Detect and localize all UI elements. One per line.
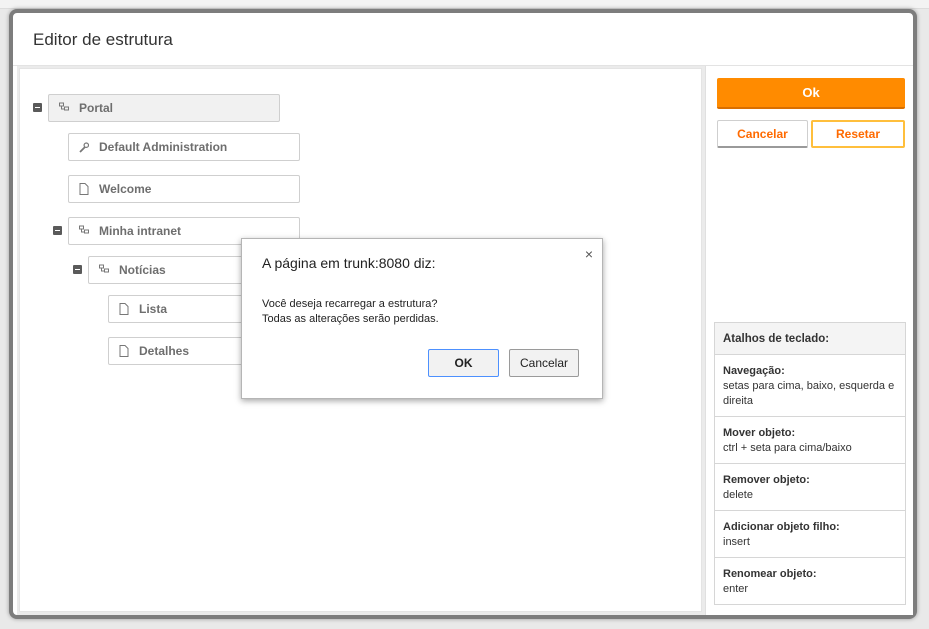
page-icon	[119, 303, 129, 315]
shortcut-desc: ctrl + seta para cima/baixo	[723, 442, 852, 454]
collapse-toggle-icon[interactable]	[53, 226, 62, 235]
wrench-icon	[79, 142, 89, 153]
dialog-message: Você deseja recarregar a estrutura? Toda…	[262, 297, 439, 327]
tree-node-label: Detalhes	[139, 344, 190, 358]
collapse-toggle-icon[interactable]	[73, 265, 82, 274]
shortcut-desc: enter	[723, 583, 749, 595]
page-icon	[119, 345, 129, 357]
reset-button[interactable]: Resetar	[811, 120, 905, 148]
close-icon[interactable]: ×	[585, 246, 593, 262]
shortcut-title: Renomear objeto:	[723, 568, 817, 580]
dialog-message-line: Todas as alterações serão perdidas.	[262, 313, 439, 325]
modal-header: Editor de estrutura	[13, 13, 913, 66]
tree-node-welcome[interactable]: Welcome	[68, 175, 300, 203]
dialog-message-line: Você deseja recarregar a estrutura?	[262, 298, 438, 310]
shortcut-item: Adicionar objeto filho: insert	[715, 511, 905, 558]
page-icon	[79, 183, 89, 195]
browser-background-strip	[0, 0, 929, 9]
keyboard-shortcuts-panel: Atalhos de teclado: Navegação: setas par…	[714, 322, 906, 605]
shortcut-desc: setas para cima, baixo, esquerda e direi…	[723, 380, 895, 407]
shortcut-title: Remover objeto:	[723, 474, 810, 486]
sitemap-icon	[59, 102, 69, 111]
shortcut-title: Adicionar objeto filho:	[723, 521, 840, 533]
tree-node-label: Default Administration	[99, 140, 228, 154]
tree-node-label: Portal	[79, 101, 114, 115]
sitemap-icon	[99, 264, 109, 273]
shortcut-item: Navegação: setas para cima, baixo, esque…	[715, 355, 905, 417]
dialog-cancel-button[interactable]: Cancelar	[509, 349, 579, 377]
dialog-title: A página em trunk:8080 diz:	[262, 255, 436, 271]
shortcut-item: Remover objeto: delete	[715, 464, 905, 511]
tree-node-label: Lista	[139, 302, 168, 316]
tree-node-label: Notícias	[119, 263, 166, 277]
shortcut-desc: insert	[723, 536, 750, 548]
shortcut-title: Mover objeto:	[723, 427, 796, 439]
tree-node-portal[interactable]: Portal	[48, 94, 280, 122]
shortcut-item: Mover objeto: ctrl + seta para cima/baix…	[715, 417, 905, 464]
sitemap-icon	[79, 225, 89, 234]
ok-button[interactable]: Ok	[717, 78, 905, 109]
confirm-dialog: A página em trunk:8080 diz: × Você desej…	[241, 238, 603, 399]
shortcut-title: Navegação:	[723, 365, 785, 377]
tree-node-label: Minha intranet	[99, 224, 182, 238]
tree-node-default-administration[interactable]: Default Administration	[68, 133, 300, 161]
collapse-toggle-icon[interactable]	[33, 103, 42, 112]
shortcut-item: Renomear objeto: enter	[715, 558, 905, 604]
actions-sidebar: Ok Cancelar Resetar Atalhos de teclado: …	[705, 66, 913, 615]
cancel-button[interactable]: Cancelar	[717, 120, 808, 148]
tree-node-label: Welcome	[99, 182, 152, 196]
shortcut-desc: delete	[723, 489, 753, 501]
dialog-ok-button[interactable]: OK	[428, 349, 499, 377]
shortcuts-header: Atalhos de teclado:	[715, 323, 905, 355]
modal-title: Editor de estrutura	[33, 30, 173, 49]
